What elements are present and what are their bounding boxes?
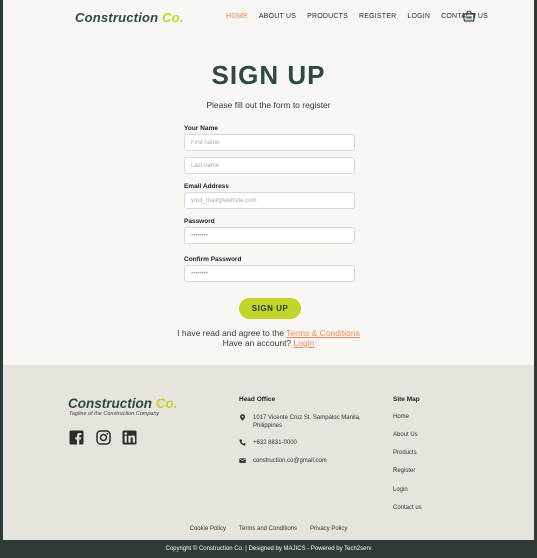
footer-brand[interactable]: Construction Co. bbox=[68, 396, 178, 411]
name-label: Your Name bbox=[184, 125, 218, 132]
phone-icon bbox=[239, 439, 246, 446]
policy-links: Cookie Policy Terms and Conditions Priva… bbox=[3, 526, 534, 532]
page-title: SIGN UP bbox=[211, 60, 326, 90]
footer-brand-main: Construction bbox=[68, 396, 152, 411]
brand-logo[interactable]: Construction Co. bbox=[75, 10, 184, 25]
instagram-icon[interactable] bbox=[96, 430, 111, 445]
login-link[interactable]: Login bbox=[294, 338, 315, 348]
password-input[interactable] bbox=[184, 227, 355, 244]
brand-main: Construction bbox=[75, 10, 159, 25]
basket-icon[interactable] bbox=[462, 10, 476, 22]
sitemap-contact-us[interactable]: Contact us bbox=[393, 505, 422, 511]
email-input[interactable] bbox=[184, 192, 355, 209]
location-pin-icon bbox=[240, 414, 245, 421]
site-footer: Construction Co. Tagline of the Construc… bbox=[3, 365, 534, 540]
tagline: Tagline of the Construction Company bbox=[69, 411, 160, 417]
confirm-password-input[interactable] bbox=[184, 265, 355, 282]
terms-and-conditions-link[interactable]: Terms and Conditions bbox=[239, 526, 297, 532]
site-header: Construction Co. HOME ABOUT US PRODUCTS … bbox=[3, 0, 534, 36]
nav-register[interactable]: REGISTER bbox=[359, 13, 396, 20]
confirm-password-label: Confirm Password bbox=[184, 256, 242, 263]
main-nav: HOME ABOUT US PRODUCTS REGISTER LOGIN CO… bbox=[226, 13, 499, 20]
linkedin-icon[interactable] bbox=[122, 430, 137, 445]
email-text[interactable]: construction.co@gmail.com bbox=[253, 457, 363, 465]
nav-login[interactable]: LOGIN bbox=[407, 13, 430, 20]
address-text: 1017 Vicente Cruz St. Sampaloc Manila, P… bbox=[253, 415, 361, 429]
email-label: Email Address bbox=[184, 183, 229, 190]
password-label: Password bbox=[184, 218, 215, 225]
nav-home[interactable]: HOME bbox=[226, 13, 248, 20]
head-office-title: Head Office bbox=[239, 396, 276, 403]
account-text: Have an account? bbox=[222, 338, 294, 348]
page: Construction Co. HOME ABOUT US PRODUCTS … bbox=[3, 0, 534, 558]
phone-text: +632 8831-0000 bbox=[253, 440, 297, 446]
last-name-input[interactable] bbox=[184, 157, 355, 174]
signup-button[interactable]: SIGN UP bbox=[239, 298, 301, 319]
terms-link[interactable]: Terms & Conditions bbox=[286, 328, 360, 338]
sitemap-products[interactable]: Products bbox=[393, 450, 417, 456]
envelope-icon bbox=[239, 458, 246, 463]
copyright-bar: Copyright © Construction Co. | Designed … bbox=[3, 540, 534, 558]
sitemap-title: Site Map bbox=[393, 396, 420, 403]
first-name-input[interactable] bbox=[184, 134, 355, 151]
sitemap-login[interactable]: Login bbox=[393, 487, 408, 493]
sitemap-register[interactable]: Register bbox=[393, 468, 415, 474]
nav-about-us[interactable]: ABOUT US bbox=[259, 13, 296, 20]
footer-brand-accent: Co. bbox=[155, 396, 178, 411]
page-subtitle: Please fill out the form to register bbox=[206, 100, 331, 110]
agreement-text: I have read and agree to the Terms & Con… bbox=[3, 328, 534, 348]
agree-text: I have read and agree to the bbox=[177, 328, 287, 338]
cookie-policy-link[interactable]: Cookie Policy bbox=[190, 526, 226, 532]
sitemap-home[interactable]: Home bbox=[393, 414, 409, 420]
privacy-policy-link[interactable]: Privacy Policy bbox=[310, 526, 347, 532]
brand-accent: Co. bbox=[162, 10, 184, 25]
facebook-icon[interactable] bbox=[69, 430, 84, 445]
nav-products[interactable]: PRODUCTS bbox=[307, 13, 348, 20]
sitemap-about-us[interactable]: About Us bbox=[393, 432, 418, 438]
